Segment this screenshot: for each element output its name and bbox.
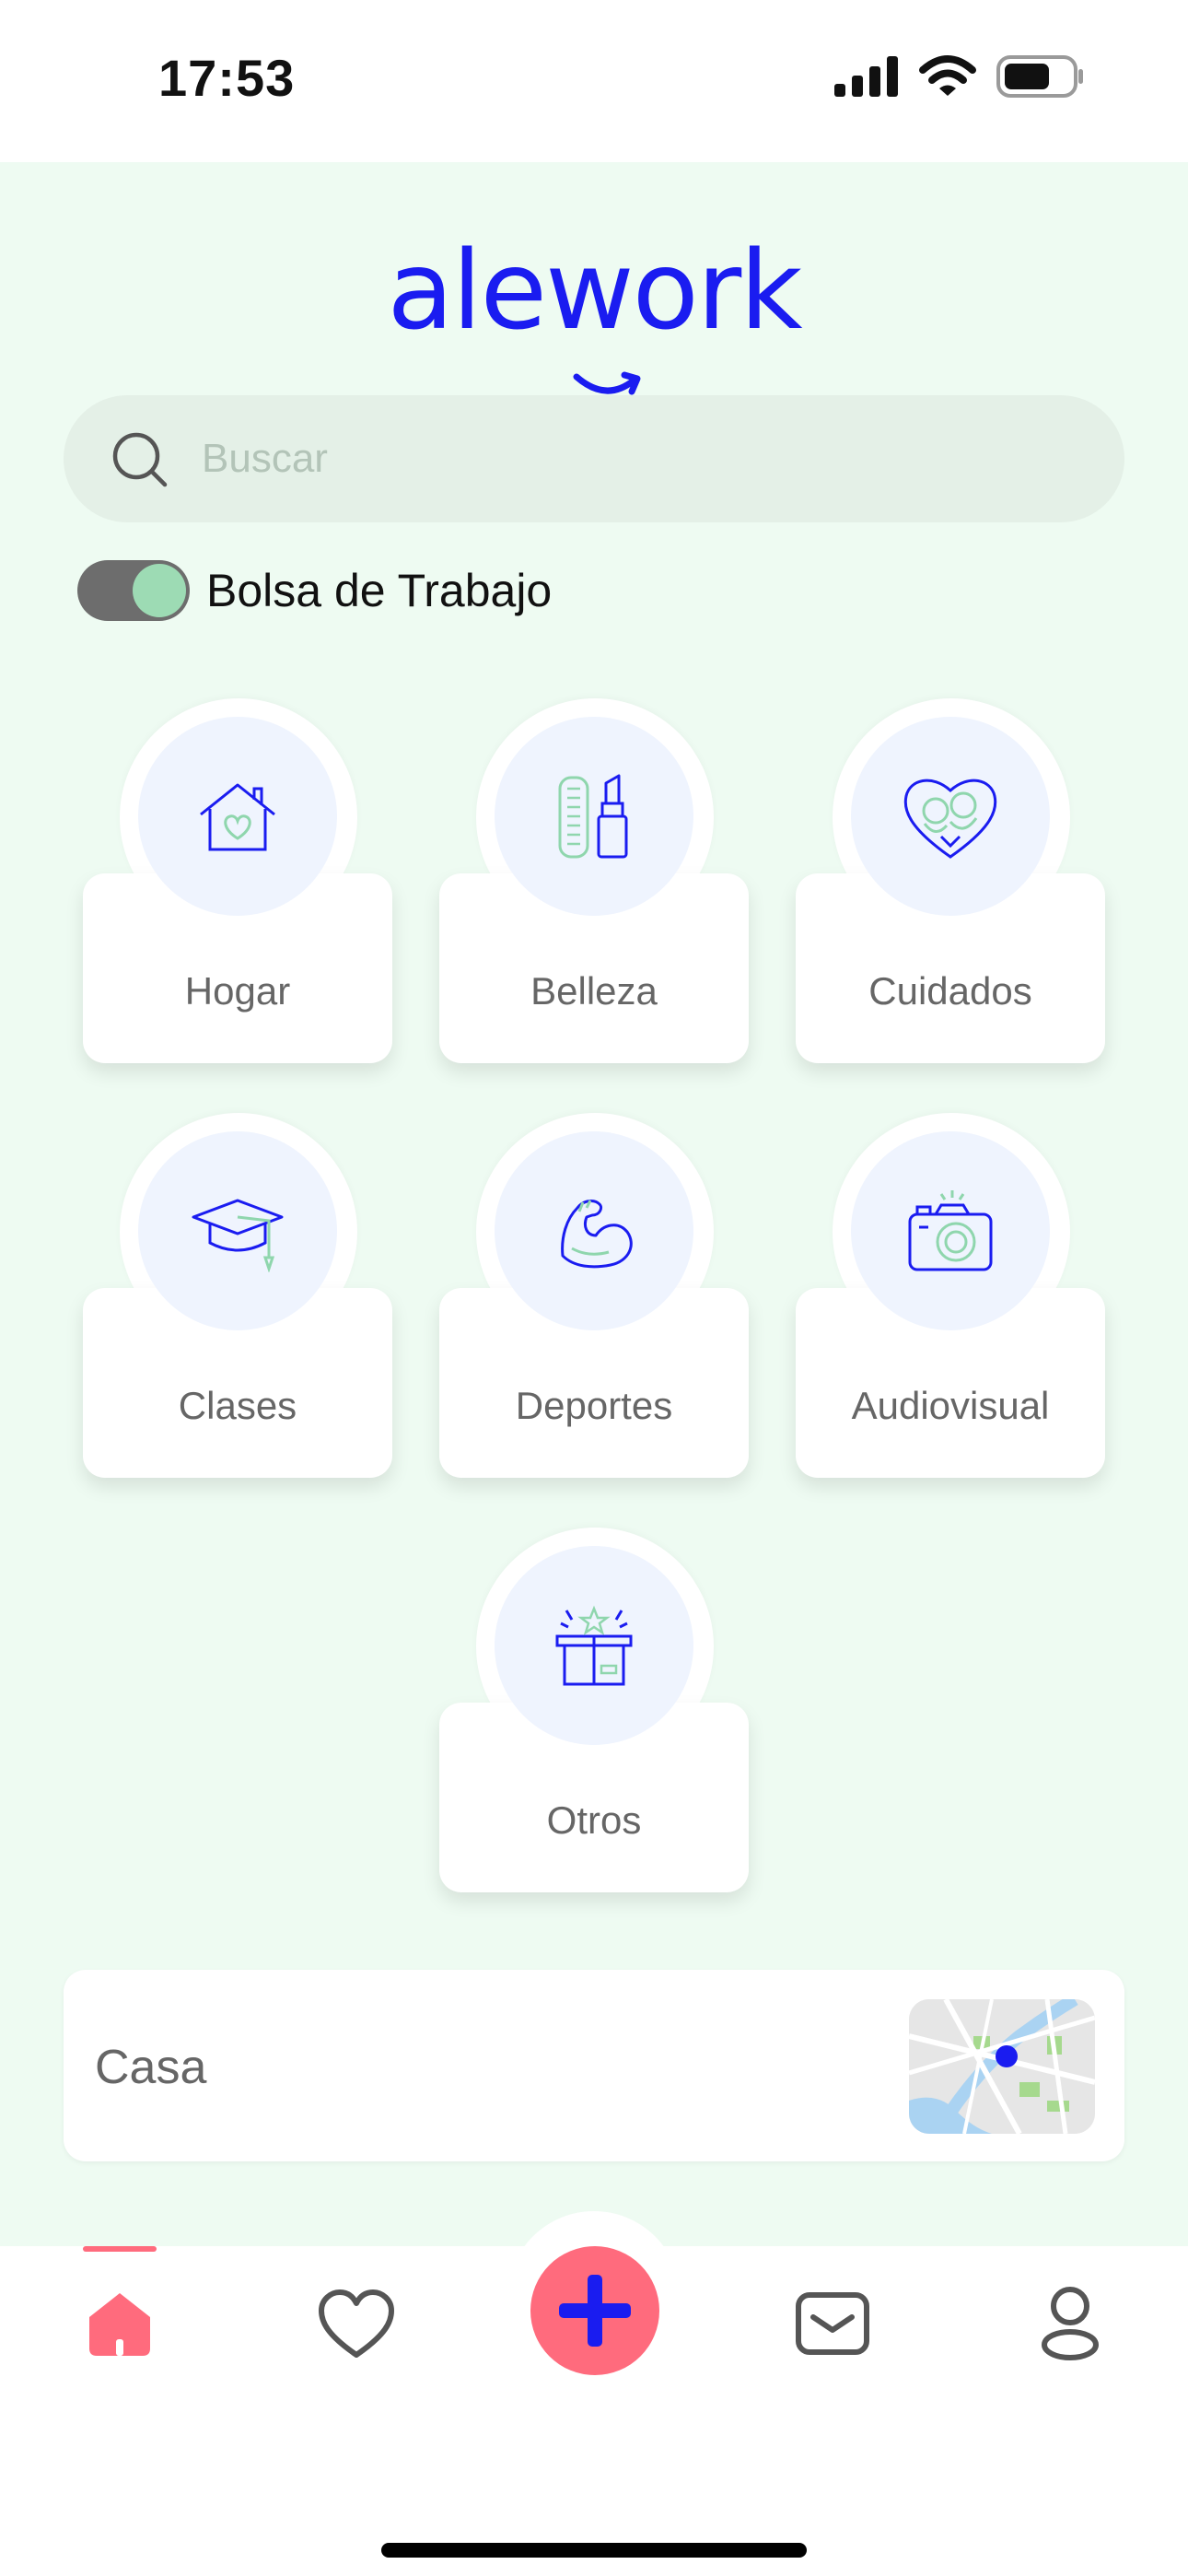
category-cuidados[interactable]: Cuidados xyxy=(796,698,1105,1067)
tab-home[interactable] xyxy=(64,2268,175,2379)
active-tab-indicator xyxy=(83,2246,157,2252)
search-icon xyxy=(112,432,168,487)
category-label: Belleza xyxy=(530,969,658,1013)
category-label: Cuidados xyxy=(868,969,1032,1013)
category-clases[interactable]: Clases xyxy=(83,1113,392,1481)
inbox-icon xyxy=(796,2292,869,2355)
flexed-arm-icon xyxy=(561,1200,633,1269)
bolsa-trabajo-toggle[interactable] xyxy=(77,560,190,621)
camera-icon xyxy=(908,1190,993,1271)
category-belleza[interactable]: Belleza xyxy=(439,698,749,1067)
heart-family-icon xyxy=(903,779,997,859)
bolsa-toggle-row: Bolsa de Trabajo xyxy=(77,560,552,621)
category-deportes[interactable]: Deportes xyxy=(439,1113,749,1481)
search-bar[interactable] xyxy=(64,395,1124,522)
graduation-cap-icon xyxy=(192,1199,284,1272)
plus-icon xyxy=(559,2275,631,2347)
user-icon xyxy=(1042,2287,1099,2360)
category-label: Audiovisual xyxy=(851,1384,1050,1427)
category-audiovisual[interactable]: Audiovisual xyxy=(796,1113,1105,1481)
category-label: Hogar xyxy=(184,969,291,1013)
toggle-knob xyxy=(133,564,186,617)
comb-lipstick-icon xyxy=(558,774,628,859)
signal-icon xyxy=(834,56,898,97)
heart-icon xyxy=(319,2289,394,2358)
tab-profile[interactable] xyxy=(1015,2268,1125,2379)
category-hogar[interactable]: Hogar xyxy=(83,698,392,1067)
map-icon xyxy=(909,1999,1095,2134)
status-bar: 17:53 xyxy=(0,0,1188,162)
location-label: Casa xyxy=(95,2041,207,2094)
battery-icon xyxy=(996,55,1083,98)
location-card[interactable]: Casa xyxy=(64,1970,1124,2161)
wifi-icon xyxy=(919,55,976,96)
tab-messages[interactable] xyxy=(777,2268,888,2379)
toggle-label: Bolsa de Trabajo xyxy=(206,565,553,616)
home-icon xyxy=(89,2293,150,2356)
app-logo: alework xyxy=(0,227,1188,395)
tab-bar xyxy=(0,2211,1188,2576)
category-label: Otros xyxy=(546,1798,642,1842)
add-button[interactable] xyxy=(530,2246,659,2375)
app-screen: 17:53 alework Buscar Bolsa de Trabajo Ho… xyxy=(0,0,1188,2576)
category-label: Deportes xyxy=(515,1384,673,1427)
open-box-icon xyxy=(555,1605,633,1686)
category-otros[interactable]: Otros xyxy=(439,1528,749,1896)
search-input[interactable] xyxy=(202,427,1031,491)
tab-favorites[interactable] xyxy=(301,2268,412,2379)
home-indicator xyxy=(381,2543,807,2558)
category-label: Clases xyxy=(178,1384,297,1427)
logo-text: alework xyxy=(387,227,802,354)
status-icons xyxy=(834,55,1085,98)
main-content: alework Bolsa de Trabajo xyxy=(0,162,1188,2246)
house-heart-icon xyxy=(200,783,275,851)
map-thumbnail[interactable] xyxy=(909,1999,1095,2134)
status-time: 17:53 xyxy=(158,49,296,107)
